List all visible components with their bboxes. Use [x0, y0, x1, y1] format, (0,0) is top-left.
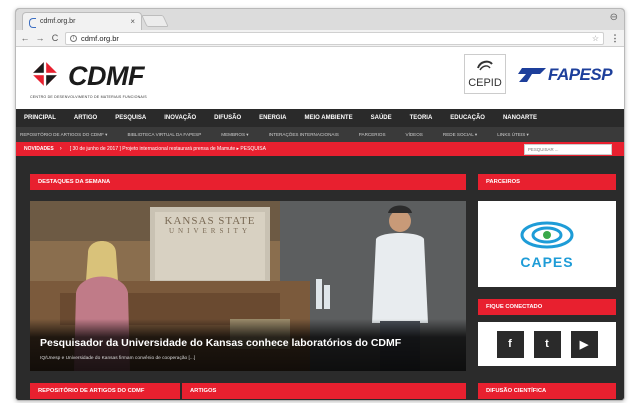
featured-title[interactable]: Pesquisador da Universidade do Kansas co… — [40, 337, 401, 349]
ticker-headline[interactable]: [ 30 de junho de 2017 ] Projeto internac… — [70, 146, 266, 152]
cepid-logo[interactable]: CEPID — [464, 54, 506, 94]
site-header: CDMF CENTRO DE DESENVOLVIMENTO DE MATERI… — [16, 47, 624, 109]
subnav-item-membros[interactable]: MEMBROS ▾ — [221, 132, 248, 138]
nav-item-meio-ambiente[interactable]: MEIO AMBIENTE — [304, 115, 352, 121]
back-arrow-icon[interactable]: ← — [19, 33, 31, 43]
browser-toolbar: ← → C i cdmf.org.br ☆ ⋮ — [16, 30, 624, 47]
subnav-item-rede-social[interactable]: REDE SOCIAL ▾ — [443, 132, 477, 138]
capes-partner[interactable]: CAPES — [478, 201, 616, 287]
section-header-articles: ARTIGOS — [182, 383, 466, 399]
ticker-arrow-icon: › — [59, 146, 62, 152]
social-links: f t ▶ — [478, 322, 616, 366]
fapesp-label: FAPESP — [548, 65, 613, 84]
nav-item-pesquisa[interactable]: PESQUISA — [115, 115, 146, 121]
photo-banner-line1: KANSAS STATE — [164, 215, 256, 227]
cepid-label: CEPID — [468, 77, 502, 89]
cdmf-logo[interactable]: CDMF CENTRO DE DESENVOLVIMENTO DE MATERI… — [28, 55, 178, 103]
featured-excerpt: IQ/Unesp e Universidade do Kansas firmam… — [40, 356, 196, 361]
subnav-item-repositorio[interactable]: REPOSITÓRIO DE ARTIGOS DO CDMF ▾ — [20, 132, 107, 138]
featured-story[interactable]: KANSAS STATE UNIVERSITY Pesquisador da U… — [30, 201, 466, 371]
fapesp-logo[interactable]: FAPESP — [518, 64, 613, 86]
tab-strip: cdmf.org.br × ⊖ — [16, 9, 624, 30]
reload-icon[interactable]: C — [49, 33, 61, 43]
nav-item-energia[interactable]: ENERGIA — [259, 115, 286, 121]
subnav-item-biblioteca[interactable]: BIBLIOTECA VIRTUAL DA FAPESP — [127, 132, 201, 137]
nav-item-nanoarte[interactable]: NANOARTE — [503, 115, 537, 121]
capes-emblem-icon — [520, 221, 574, 249]
section-header-diffusion: DIFUSÃO CIENTÍFICA — [478, 383, 616, 399]
nav-item-saude[interactable]: SAÚDE — [371, 115, 392, 121]
website: CDMF CENTRO DE DESENVOLVIMENTO DE MATERI… — [16, 47, 624, 400]
section-header-connected: FIQUE CONECTADO — [478, 299, 616, 315]
search-input[interactable] — [524, 144, 612, 155]
fapesp-mark-icon — [518, 68, 546, 82]
section-header-repository: REPOSITÓRIO DE ARTIGOS DO CDMF — [30, 383, 180, 399]
profile-icon[interactable]: ⊖ — [610, 12, 618, 23]
youtube-icon[interactable]: ▶ — [570, 330, 598, 358]
twitter-icon[interactable]: t — [533, 330, 561, 358]
new-tab-button[interactable] — [141, 15, 169, 27]
nav-item-principal[interactable]: PRINCIPAL — [24, 115, 56, 121]
section-header-partners: PARCEIROS — [478, 174, 616, 190]
photo-banner: KANSAS STATE UNIVERSITY — [150, 215, 270, 235]
subnav-item-interacoes[interactable]: INTERAÇÕES INTERNACIONAIS — [269, 132, 339, 137]
url-text[interactable]: cdmf.org.br — [81, 34, 592, 43]
site-info-icon[interactable]: i — [70, 34, 77, 42]
cepid-swirl-icon — [477, 60, 493, 71]
nav-item-educacao[interactable]: EDUCAÇÃO — [450, 115, 485, 121]
capes-label: CAPES — [520, 254, 574, 270]
nav-item-teoria[interactable]: TEORIA — [410, 115, 433, 121]
browser-tab[interactable]: cdmf.org.br × — [22, 12, 142, 30]
browser-menu-icon[interactable]: ⋮ — [610, 33, 620, 44]
brand-tagline: CENTRO DE DESENVOLVIMENTO DE MATERIAIS F… — [30, 95, 147, 99]
secondary-navigation: REPOSITÓRIO DE ARTIGOS DO CDMF ▾ BIBLIOT… — [16, 127, 624, 142]
photo-banner-line2: UNIVERSITY — [169, 227, 251, 235]
subnav-item-links-uteis[interactable]: LINKS ÚTEIS ▾ — [497, 132, 529, 138]
forward-arrow-icon[interactable]: → — [34, 33, 46, 43]
browser-window: cdmf.org.br × ⊖ ← → C i cdmf.org.br ☆ ⋮ — [15, 8, 625, 401]
nav-item-difusao[interactable]: DIFUSÃO — [214, 115, 241, 121]
nav-item-artigo[interactable]: ARTIGO — [74, 115, 97, 121]
subnav-item-videos[interactable]: VÍDEOS — [406, 132, 423, 137]
bookmark-star-icon[interactable]: ☆ — [592, 34, 599, 43]
subnav-item-parcerios[interactable]: PARCERIOS — [359, 132, 386, 137]
facebook-icon[interactable]: f — [496, 330, 524, 358]
tab-close-icon[interactable]: × — [130, 17, 135, 26]
main-navigation: PRINCIPAL ARTIGO PESQUISA INOVAÇÃO DIFUS… — [16, 109, 624, 127]
ticker-label: NOVIDADES — [24, 146, 54, 152]
brand-name: CDMF — [68, 61, 144, 91]
cdmf-diamond-icon — [32, 61, 58, 87]
nav-item-inovacao[interactable]: INOVAÇÃO — [164, 115, 196, 121]
tab-title: cdmf.org.br — [40, 18, 76, 25]
section-header-highlights: DESTAQUES DA SEMANA — [30, 174, 466, 190]
address-bar[interactable]: i cdmf.org.br ☆ — [65, 31, 604, 45]
site-favicon-icon — [29, 17, 36, 28]
